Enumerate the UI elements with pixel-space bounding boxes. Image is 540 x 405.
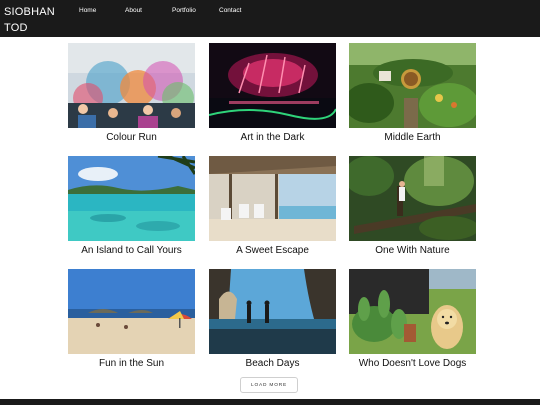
art-in-the-dark-photo[interactable] bbox=[209, 43, 336, 128]
card-title: Art in the Dark bbox=[240, 132, 305, 143]
portfolio-card[interactable]: A Sweet Escape bbox=[209, 156, 336, 257]
portfolio-card[interactable]: Who Doesn't Love Dogs bbox=[349, 269, 476, 370]
nav-about-link[interactable]: About bbox=[125, 7, 142, 14]
portfolio-card[interactable]: One With Nature bbox=[349, 156, 476, 257]
nav-contact-link[interactable]: Contact bbox=[219, 7, 241, 14]
portfolio-card[interactable]: Art in the Dark bbox=[209, 43, 336, 144]
card-title: Colour Run bbox=[106, 132, 157, 143]
sweet-escape-photo[interactable] bbox=[209, 156, 336, 241]
middle-earth-photo[interactable] bbox=[349, 43, 476, 128]
card-title: An Island to Call Yours bbox=[81, 245, 182, 256]
portfolio-card[interactable]: Beach Days bbox=[209, 269, 336, 370]
dogs-photo[interactable] bbox=[349, 269, 476, 354]
card-title: Fun in the Sun bbox=[98, 358, 165, 369]
island-photo[interactable] bbox=[68, 156, 195, 241]
nav-portfolio-link[interactable]: Portfolio bbox=[172, 7, 196, 14]
colour-run-photo[interactable] bbox=[68, 43, 195, 128]
card-title: Who Doesn't Love Dogs bbox=[358, 358, 467, 369]
brand-line-1: SIOBHAN bbox=[4, 6, 55, 18]
load-more-button[interactable]: LOAD MORE bbox=[240, 377, 298, 393]
card-title: One With Nature bbox=[375, 245, 450, 256]
card-title: Middle Earth bbox=[384, 132, 441, 143]
fun-in-the-sun-photo[interactable] bbox=[68, 269, 195, 354]
portfolio-card[interactable]: Colour Run bbox=[68, 43, 195, 144]
footer-bar bbox=[0, 399, 540, 405]
top-nav-bar: SIOBHAN TOD Home About Portfolio Contact bbox=[0, 0, 540, 37]
one-with-nature-photo[interactable] bbox=[349, 156, 476, 241]
nav-home-link[interactable]: Home bbox=[79, 7, 96, 14]
card-title: Beach Days bbox=[245, 358, 300, 369]
site-logo-link[interactable]: SIOBHAN TOD bbox=[4, 4, 64, 36]
beach-days-photo[interactable] bbox=[209, 269, 336, 354]
portfolio-card[interactable]: An Island to Call Yours bbox=[68, 156, 195, 257]
portfolio-card[interactable]: Fun in the Sun bbox=[68, 269, 195, 370]
card-title: A Sweet Escape bbox=[236, 245, 309, 256]
portfolio-card[interactable]: Middle Earth bbox=[349, 43, 476, 144]
brand-line-2: TOD bbox=[4, 22, 28, 34]
